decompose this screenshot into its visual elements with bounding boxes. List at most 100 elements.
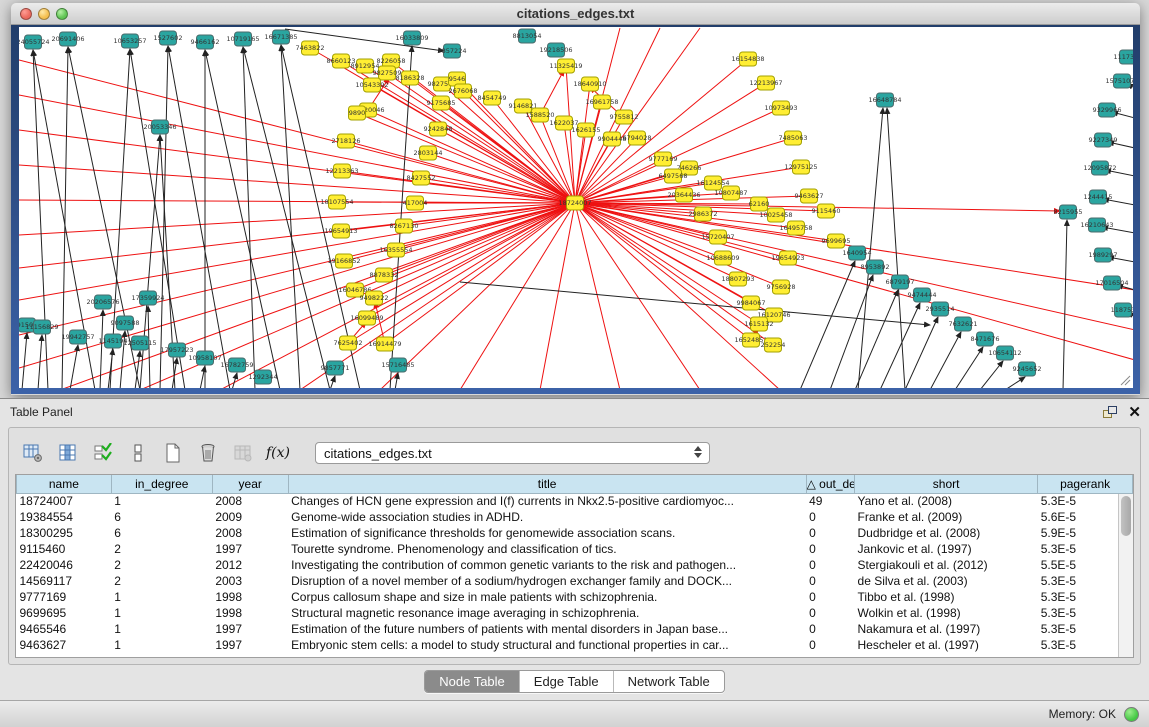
graph-node[interactable]: 2718126 xyxy=(332,134,361,148)
graph-node[interactable]: 16154838 xyxy=(731,52,764,66)
graph-node[interactable]: 12975125 xyxy=(784,160,817,174)
graph-node[interactable]: 24055724 xyxy=(19,35,50,49)
graph-node[interactable]: 18107554 xyxy=(320,195,353,209)
graph-node[interactable]: 9242848 xyxy=(424,122,453,136)
graph-node[interactable]: 7857224 xyxy=(438,44,467,58)
graph-node[interactable]: 118753 xyxy=(1111,303,1133,317)
tab-edge-table[interactable]: Edge Table xyxy=(520,671,614,692)
graph-node[interactable]: 1244415 xyxy=(1084,190,1113,204)
table-scrollbar[interactable] xyxy=(1118,494,1133,657)
function-builder-icon[interactable]: f(x) xyxy=(266,441,290,465)
table-row[interactable]: 1872400712008Changes of HCN gene express… xyxy=(17,493,1133,509)
graph-node[interactable]: 2935514 xyxy=(926,302,955,316)
graph-node[interactable]: 1989297 xyxy=(1089,248,1118,262)
import-table-icon[interactable] xyxy=(231,441,255,465)
table-row[interactable]: 2242004622012Investigating the contribut… xyxy=(17,557,1133,573)
graph-node[interactable]: 18807293 xyxy=(721,272,754,286)
graph-node[interactable]: 20053346 xyxy=(143,120,176,134)
graph-node[interactable]: 15751074 xyxy=(1105,74,1133,88)
select-columns-icon[interactable] xyxy=(91,441,115,465)
graph-node[interactable]: 8878332 xyxy=(370,268,399,282)
tab-node-table[interactable]: Node Table xyxy=(425,671,520,692)
graph-node[interactable]: 8953892 xyxy=(861,260,890,274)
graph-node[interactable]: 11325419 xyxy=(549,59,582,73)
tab-network-table[interactable]: Network Table xyxy=(614,671,724,692)
delete-table-icon[interactable] xyxy=(196,441,220,465)
graph-node[interactable]: 9245652 xyxy=(1013,362,1042,376)
graph-node[interactable]: 8215955 xyxy=(1054,205,1083,219)
graph-node[interactable]: 1527602 xyxy=(154,31,183,45)
graph-node[interactable]: 1292344 xyxy=(249,370,278,384)
graph-node[interactable]: 9463627 xyxy=(795,189,824,203)
graph-node[interactable]: 62160 xyxy=(749,197,770,211)
graph-node[interactable]: 9890 xyxy=(349,106,366,120)
graph-node[interactable]: 9097588 xyxy=(111,316,140,330)
graph-node[interactable]: 7485063 xyxy=(779,131,808,145)
zoom-window-button[interactable] xyxy=(56,8,68,20)
column-header[interactable]: △ out_de... xyxy=(806,475,854,493)
graph-node[interactable]: 19654923 xyxy=(771,251,804,265)
column-header[interactable]: pagerank xyxy=(1038,475,1133,493)
graph-node[interactable]: 16210643 xyxy=(1080,218,1113,232)
graph-node[interactable]: 10719165 xyxy=(226,32,259,46)
column-header[interactable]: in_degree xyxy=(111,475,212,493)
show-columns-icon[interactable] xyxy=(56,441,80,465)
network-canvas[interactable]: 2405572420691406 10653257 1527602 9466162 10… xyxy=(19,27,1133,388)
graph-node[interactable]: 9329966 xyxy=(1093,103,1122,117)
row-height-icon[interactable] xyxy=(126,441,150,465)
graph-node[interactable]: 19654913 xyxy=(324,224,357,238)
graph-node[interactable]: 7463822 xyxy=(296,41,325,55)
graph-node[interactable]: 7632621 xyxy=(949,317,978,331)
table-row[interactable]: 969969511998Structural magnetic resonanc… xyxy=(17,605,1133,621)
graph-node[interactable]: 417004 xyxy=(403,196,428,210)
column-header[interactable]: year xyxy=(212,475,288,493)
column-header[interactable]: title xyxy=(288,475,806,493)
graph-node[interactable]: 16671385 xyxy=(264,30,297,44)
graph-node[interactable]: 8471676 xyxy=(971,332,1000,346)
scrollbar-thumb[interactable] xyxy=(1121,496,1131,536)
graph-node[interactable]: 6497568 xyxy=(659,169,688,183)
table-settings-icon[interactable] xyxy=(21,441,45,465)
graph-node[interactable]: 10958107 xyxy=(188,351,221,365)
table-selector-dropdown[interactable]: citations_edges.txt xyxy=(315,442,710,464)
graph-node[interactable]: 15720407 xyxy=(701,230,734,244)
graph-node[interactable]: 17359924 xyxy=(131,291,164,305)
float-panel-icon[interactable] xyxy=(1103,406,1118,419)
graph-node[interactable]: 12505115 xyxy=(123,336,156,350)
graph-node[interactable]: 9227349 xyxy=(1089,133,1118,147)
graph-node[interactable]: 12213967 xyxy=(749,76,782,90)
graph-node[interactable]: 16914479 xyxy=(368,337,401,351)
graph-node[interactable]: 19942757 xyxy=(61,330,94,344)
close-panel-icon[interactable]: ✕ xyxy=(1128,406,1141,419)
graph-node[interactable]: 9756928 xyxy=(767,280,796,294)
graph-node[interactable]: 16099489 xyxy=(350,311,383,325)
column-header[interactable]: name xyxy=(17,475,112,493)
graph-node[interactable]: 9115460 xyxy=(812,204,841,218)
minimize-window-button[interactable] xyxy=(38,8,50,20)
graph-node[interactable]: 19218506 xyxy=(539,43,572,57)
graph-node[interactable]: 10025458 xyxy=(759,208,792,222)
graph-node[interactable]: 20691406 xyxy=(51,32,84,46)
graph-node[interactable]: 10653257 xyxy=(113,34,146,48)
graph-node[interactable]: 9498222 xyxy=(360,291,389,305)
graph-node[interactable]: 10654112 xyxy=(988,346,1021,360)
graph-node[interactable]: 16033809 xyxy=(395,31,428,45)
new-table-icon[interactable] xyxy=(161,441,185,465)
graph-node[interactable]: 8454749 xyxy=(478,91,507,105)
graph-node[interactable]: 16648784 xyxy=(868,93,901,107)
graph-node[interactable]: 10688609 xyxy=(706,251,739,265)
graph-node[interactable]: 10543392 xyxy=(355,78,388,92)
graph-node[interactable]: 9699695 xyxy=(822,234,851,248)
column-header[interactable]: short xyxy=(855,475,1038,493)
close-window-button[interactable] xyxy=(20,8,32,20)
graph-node[interactable]: 16782759 xyxy=(220,358,253,372)
graph-node[interactable]: 9466162 xyxy=(191,35,220,49)
graph-node[interactable]: 1615132 xyxy=(745,317,774,331)
table-row[interactable]: 1830029562008Estimation of significance … xyxy=(17,525,1133,541)
graph-node[interactable]: 12213363 xyxy=(325,164,358,178)
canvas-resize-grip[interactable] xyxy=(1119,374,1131,386)
graph-node[interactable]: 15716485 xyxy=(381,358,414,372)
table-row[interactable]: 911546021997Tourette syndrome. Phenomeno… xyxy=(17,541,1133,557)
table-row[interactable]: 977716911998Corpus callosum shape and si… xyxy=(17,589,1133,605)
graph-node[interactable]: 18640910 xyxy=(573,77,606,91)
